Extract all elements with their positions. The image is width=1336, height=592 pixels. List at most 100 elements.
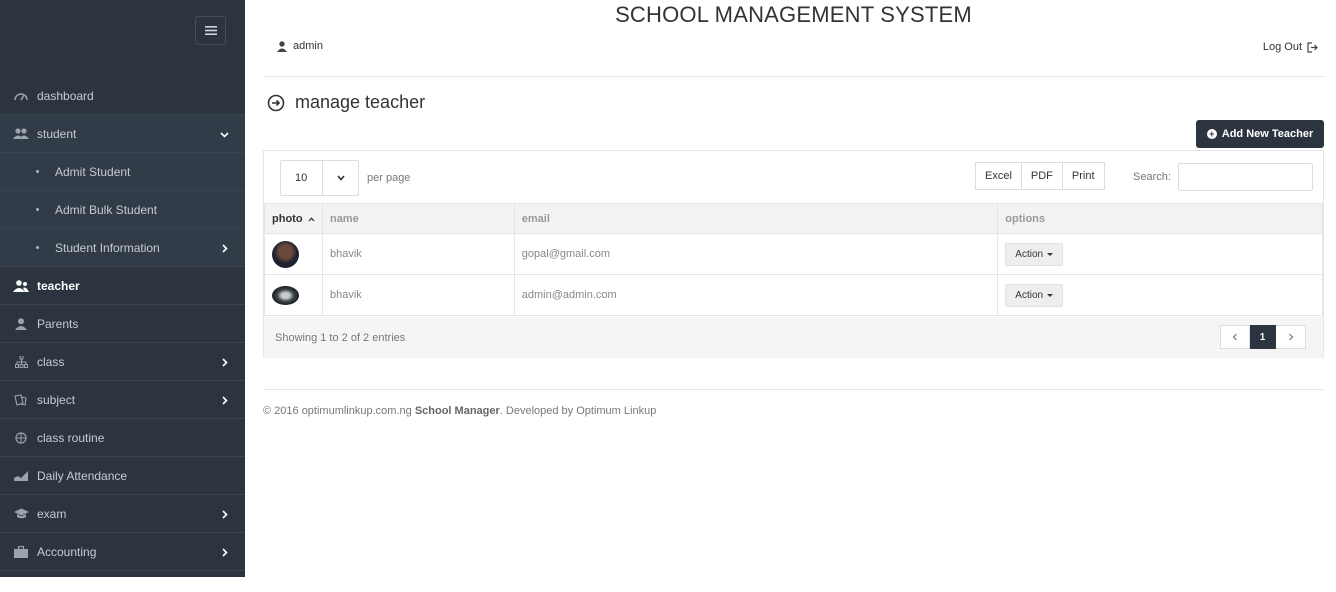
column-label: photo — [272, 212, 303, 225]
chevron-right-icon — [220, 356, 229, 370]
page-footer: © 2016 optimumlinkup.com.ng School Manag… — [263, 405, 656, 417]
footer-prefix: © 2016 optimumlinkup.com.ng — [263, 405, 412, 417]
footer-divider — [263, 389, 1324, 390]
sidebar-item-student[interactable]: student — [0, 115, 245, 153]
graduation-cap-icon — [12, 507, 30, 521]
sidebar-item-admit-bulk-student[interactable]: Admit Bulk Student — [0, 191, 245, 229]
per-page-control: 10 per page — [280, 160, 410, 196]
export-pdf-button[interactable]: PDF — [1021, 162, 1063, 190]
previous-page-button[interactable] — [1220, 325, 1250, 349]
email-cell: gopal@gmail.com — [513, 233, 999, 275]
caret-down-icon — [1047, 293, 1054, 297]
action-dropdown-button[interactable]: Action — [1005, 283, 1064, 307]
sidebar-item-label: Accounting — [37, 544, 97, 559]
table-row: bhavik gopal@gmail.com Action — [264, 233, 1323, 275]
pagination: 1 — [1220, 325, 1306, 349]
book-icon — [12, 393, 30, 407]
sidebar-item-daily-attendance[interactable]: Daily Attendance — [0, 457, 245, 495]
sidebar-item-label: Admit Student — [55, 164, 131, 179]
chevron-right-icon — [1288, 333, 1293, 341]
logout-link[interactable]: Log Out — [1263, 41, 1318, 53]
sidebar-item-dashboard[interactable]: dashboard — [0, 77, 245, 115]
per-page-value: 10 — [281, 161, 323, 195]
sidebar-item-student-information[interactable]: Student Information — [0, 229, 245, 267]
chart-icon — [12, 469, 30, 483]
footer-suffix: . Developed by Optimum Linkup — [499, 405, 657, 417]
column-header-photo[interactable]: photo — [264, 203, 323, 234]
bullet-icon — [36, 246, 39, 249]
sidebar-item-class[interactable]: class — [0, 343, 245, 381]
user-menu[interactable]: admin — [277, 40, 323, 52]
table-search: Search: — [1133, 163, 1313, 191]
logout-icon — [1307, 41, 1318, 53]
teacher-table-panel: 10 per page Excel PDF Print Search: phot… — [263, 150, 1324, 358]
sidebar-item-label: dashboard — [37, 88, 94, 103]
per-page-label: per page — [367, 172, 411, 184]
add-new-teacher-button[interactable]: + Add New Teacher — [1196, 120, 1324, 148]
photo-cell — [264, 274, 323, 316]
column-header-name[interactable]: name — [321, 203, 515, 234]
chevron-right-icon — [220, 394, 229, 408]
print-button[interactable]: Print — [1062, 162, 1105, 190]
sidebar-item-label: Admit Bulk Student — [55, 202, 158, 217]
logout-label: Log Out — [1262, 41, 1302, 53]
name-cell: bhavik — [321, 233, 515, 275]
search-input[interactable] — [1177, 163, 1313, 191]
page-title: manage teacher — [295, 92, 426, 112]
chevron-right-icon — [220, 546, 229, 560]
table-info: Showing 1 to 2 of 2 entries — [275, 332, 406, 344]
sidebar-item-accounting[interactable]: Accounting — [0, 533, 245, 571]
bullet-icon — [36, 208, 39, 211]
next-page-button[interactable] — [1276, 325, 1306, 349]
action-dropdown-button[interactable]: Action — [1005, 242, 1064, 266]
student-submenu: Admit Student Admit Bulk Student Student… — [0, 153, 245, 267]
sidebar-item-label: class routine — [37, 430, 105, 445]
export-excel-button[interactable]: Excel — [975, 162, 1022, 190]
options-cell: Action — [997, 233, 1323, 275]
column-header-email[interactable]: email — [513, 203, 999, 234]
action-label: Action — [1015, 289, 1044, 301]
sidebar: dashboard student Admit Student Admit Bu… — [0, 0, 245, 577]
app-title: SCHOOL MANAGEMENT SYSTEM — [615, 2, 972, 27]
caret-down-icon — [1047, 252, 1054, 256]
sidebar-item-label: class — [37, 354, 65, 369]
chevron-left-icon — [1232, 333, 1237, 341]
chevron-right-icon — [220, 508, 229, 522]
sidebar-item-exam[interactable]: exam — [0, 495, 245, 533]
page-heading: manage teacher — [267, 92, 425, 113]
plus-circle-icon: + — [1206, 129, 1217, 139]
table-footer: Showing 1 to 2 of 2 entries 1 — [264, 317, 1323, 358]
hamburger-icon — [204, 26, 217, 35]
photo-cell — [264, 233, 323, 275]
bullet-icon — [36, 170, 39, 173]
footer-brand: School Manager — [414, 405, 500, 417]
column-header-options[interactable]: options — [997, 203, 1323, 234]
export-buttons: Excel PDF Print — [975, 162, 1105, 190]
sidebar-item-parents[interactable]: Parents — [0, 305, 245, 343]
sidebar-item-subject[interactable]: subject — [0, 381, 245, 419]
teacher-avatar — [272, 285, 299, 305]
sidebar-item-class-routine[interactable]: class routine — [0, 419, 245, 457]
add-new-teacher-label: Add New Teacher — [1221, 128, 1314, 140]
sidebar-item-label: teacher — [37, 278, 80, 293]
sidebar-item-label: student — [37, 126, 77, 141]
chevron-right-icon — [220, 242, 229, 256]
sidebar-toggle-button[interactable] — [195, 16, 226, 45]
sidebar-item-admit-student[interactable]: Admit Student — [0, 153, 245, 191]
action-label: Action — [1015, 248, 1044, 260]
options-cell: Action — [997, 274, 1323, 316]
teacher-icon — [12, 279, 30, 293]
chevron-down-icon — [323, 175, 358, 181]
email-cell: admin@admin.com — [513, 274, 999, 316]
sidebar-item-label: Parents — [37, 316, 79, 331]
sort-ascending-icon — [308, 216, 315, 221]
page-button-1[interactable]: 1 — [1250, 325, 1276, 349]
table-row: bhavik admin@admin.com Action — [264, 274, 1323, 316]
user-icon — [277, 40, 287, 52]
sitemap-icon — [12, 355, 30, 369]
teacher-avatar — [272, 240, 299, 268]
chevron-down-icon — [220, 128, 229, 142]
sidebar-item-teacher[interactable]: teacher — [0, 267, 245, 305]
user-name: admin — [293, 40, 323, 52]
per-page-select[interactable]: 10 — [280, 160, 359, 196]
